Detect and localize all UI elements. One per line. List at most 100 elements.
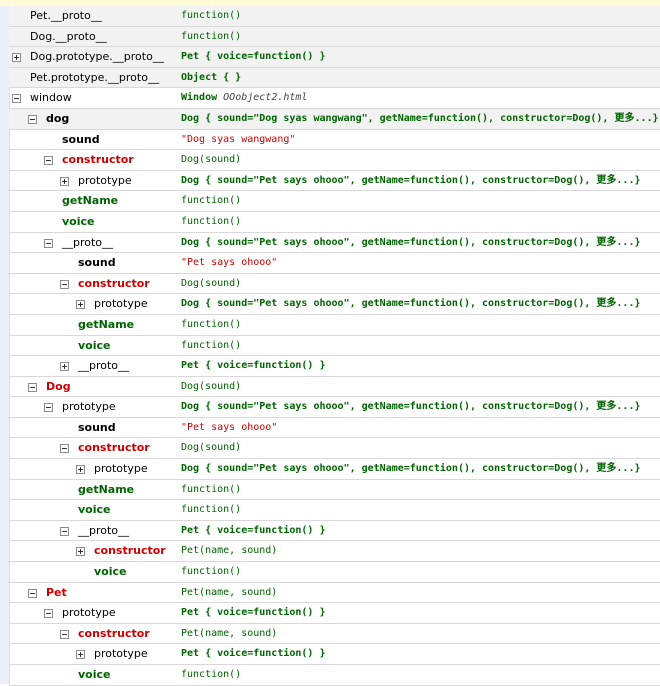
collapse-icon[interactable] (44, 238, 53, 248)
tree-row[interactable]: Dog Dog(sound) (9, 377, 660, 398)
tree-row[interactable]: Pet Pet(name, sound) (9, 583, 660, 604)
tree-row[interactable]: constructor Dog(sound) (9, 438, 660, 460)
collapse-icon[interactable] (60, 629, 69, 639)
collapse-icon[interactable] (44, 609, 53, 619)
property-value-cell[interactable]: Window OOobject2.html (181, 88, 660, 108)
property-value-cell[interactable]: function() (181, 562, 660, 582)
collapse-icon[interactable] (28, 588, 37, 598)
property-label: window (30, 91, 72, 105)
property-value-cell[interactable]: "Pet says ohooo" (181, 253, 660, 273)
tree-row[interactable]: prototype Pet { voice=function() } (9, 644, 660, 665)
property-value-cell[interactable]: Pet { voice=function() } (181, 356, 660, 376)
property-value-cell[interactable]: function() (181, 6, 660, 26)
tree-row[interactable]: Dog.__proto__ function() (9, 26, 660, 48)
property-value-cell[interactable]: Dog(sound) (181, 274, 660, 294)
tree-row[interactable]: dog Dog { sound="Dog syas wangwang", getN… (9, 108, 660, 130)
property-value: Dog(sound) (181, 154, 242, 166)
expand-icon[interactable] (60, 176, 69, 186)
property-value-cell[interactable]: Pet { voice=function() } (181, 521, 660, 541)
tree-row[interactable]: getName function() (9, 191, 660, 212)
property-name-cell: sound (9, 418, 181, 438)
tree-row[interactable]: constructor Pet(name, sound) (9, 624, 660, 645)
expand-icon[interactable] (76, 547, 85, 557)
property-value: Object { } (181, 71, 242, 83)
tree-row[interactable]: __proto__ Dog { sound="Pet says ohooo", g… (9, 233, 660, 254)
window-location-link[interactable]: OOobject2.html (223, 92, 307, 103)
tree-row[interactable]: Pet.__proto__ function() (9, 6, 660, 27)
property-value-cell[interactable]: Dog { sound="Pet says ohooo", getName=fu… (181, 171, 660, 191)
property-value-cell[interactable]: Dog(sound) (181, 438, 660, 458)
property-value-cell[interactable]: Dog(sound) (181, 150, 660, 170)
expand-icon[interactable] (12, 53, 21, 63)
property-value-cell[interactable]: function() (181, 480, 660, 500)
tree-row[interactable]: voice function() (9, 212, 660, 233)
tree-row[interactable]: __proto__ Pet { voice=function() } (9, 356, 660, 377)
tree-row[interactable]: voice function() (9, 336, 660, 357)
property-value: Dog(sound) (181, 380, 242, 392)
tree-row[interactable]: sound "Pet says ohooo" (9, 253, 660, 274)
tree-row[interactable]: __proto__ Pet { voice=function() } (9, 521, 660, 542)
property-value: Pet { voice=function() } (181, 524, 326, 536)
expand-icon[interactable] (60, 362, 69, 372)
property-value-cell[interactable]: function() (181, 336, 660, 356)
tree-row[interactable]: prototype Pet { voice=function() } (9, 603, 660, 624)
tree-row[interactable]: getName function() (9, 315, 660, 336)
property-value: Dog(sound) (181, 442, 242, 454)
expand-icon[interactable] (76, 465, 85, 475)
tree-row[interactable]: prototype Dog { sound="Pet says ohooo", g… (9, 171, 660, 192)
collapse-icon[interactable] (60, 444, 69, 454)
collapse-icon[interactable] (12, 94, 21, 104)
property-value-cell[interactable]: function() (181, 500, 660, 520)
property-value-cell[interactable]: function() (181, 315, 660, 335)
property-value-cell[interactable]: Dog(sound) (181, 377, 660, 397)
collapse-icon[interactable] (60, 279, 69, 289)
tree-row[interactable]: voice function() (9, 562, 660, 583)
tree-row[interactable]: prototype Dog { sound="Pet says ohooo", g… (9, 397, 660, 418)
property-value-cell[interactable]: function() (181, 212, 660, 232)
property-label: prototype (78, 173, 132, 187)
property-value-cell[interactable]: "Pet says ohooo" (181, 418, 660, 438)
tree-row[interactable]: getName function() (9, 480, 660, 501)
expand-icon[interactable] (76, 650, 85, 660)
property-value-cell[interactable]: Dog { sound="Pet says ohooo", getName=fu… (181, 294, 660, 314)
tree-row[interactable]: prototype Dog { sound="Pet says ohooo", g… (9, 294, 660, 315)
collapse-icon[interactable] (28, 382, 37, 392)
collapse-icon[interactable] (60, 526, 69, 536)
tree-row[interactable]: sound "Pet says ohooo" (9, 418, 660, 439)
property-value-cell[interactable]: function() (181, 191, 660, 211)
property-value: Dog { sound="Pet says ohooo", getName=fu… (181, 236, 641, 248)
tree-row[interactable]: constructor Dog(sound) (9, 274, 660, 295)
property-label: __proto__ (78, 523, 130, 537)
property-value-cell[interactable]: Pet(name, sound) (181, 624, 660, 644)
tree-row[interactable]: Pet.prototype.__proto__ Object { } (9, 67, 660, 89)
collapse-icon[interactable] (44, 156, 53, 166)
tree-row[interactable]: constructor Dog(sound) (9, 150, 660, 171)
property-value-cell[interactable]: Dog { sound="Pet says ohooo", getName=fu… (181, 397, 660, 417)
tree-row[interactable]: prototype Dog { sound="Pet says ohooo", g… (9, 459, 660, 480)
property-value-cell[interactable]: function() (181, 27, 660, 47)
expand-icon[interactable] (76, 300, 85, 310)
property-value-cell[interactable]: Dog { sound="Dog syas wangwang", getName… (181, 109, 660, 129)
tree-row[interactable]: voice function() (9, 500, 660, 521)
property-value-cell[interactable]: Pet(name, sound) (181, 541, 660, 561)
property-value-cell[interactable]: "Dog syas wangwang" (181, 130, 660, 150)
tree-row[interactable]: sound "Dog syas wangwang" (9, 130, 660, 151)
property-value-cell[interactable]: Object { } (181, 68, 660, 88)
property-value-cell[interactable]: Pet { voice=function() } (181, 603, 660, 623)
property-value-cell[interactable]: Dog { sound="Pet says ohooo", getName=fu… (181, 233, 660, 253)
collapse-icon[interactable] (44, 403, 53, 413)
property-name-cell: prototype (9, 459, 181, 479)
property-value-cell[interactable]: function() (181, 665, 660, 685)
property-value-cell[interactable]: Pet(name, sound) (181, 583, 660, 603)
property-name-cell: Pet (9, 583, 181, 603)
property-name-cell: getName (9, 191, 181, 211)
collapse-icon[interactable] (28, 114, 37, 124)
tree-row[interactable]: Dog.prototype.__proto__ Pet { voice=funct… (9, 47, 660, 68)
tree-row[interactable]: window Window OOobject2.html (9, 88, 660, 109)
property-label: constructor (62, 153, 134, 167)
property-value-cell[interactable]: Pet { voice=function() } (181, 47, 660, 67)
property-value-cell[interactable]: Dog { sound="Pet says ohooo", getName=fu… (181, 459, 660, 479)
property-value-cell[interactable]: Pet { voice=function() } (181, 644, 660, 664)
tree-row[interactable]: constructor Pet(name, sound) (9, 541, 660, 563)
tree-row[interactable]: voice function() (9, 665, 660, 686)
